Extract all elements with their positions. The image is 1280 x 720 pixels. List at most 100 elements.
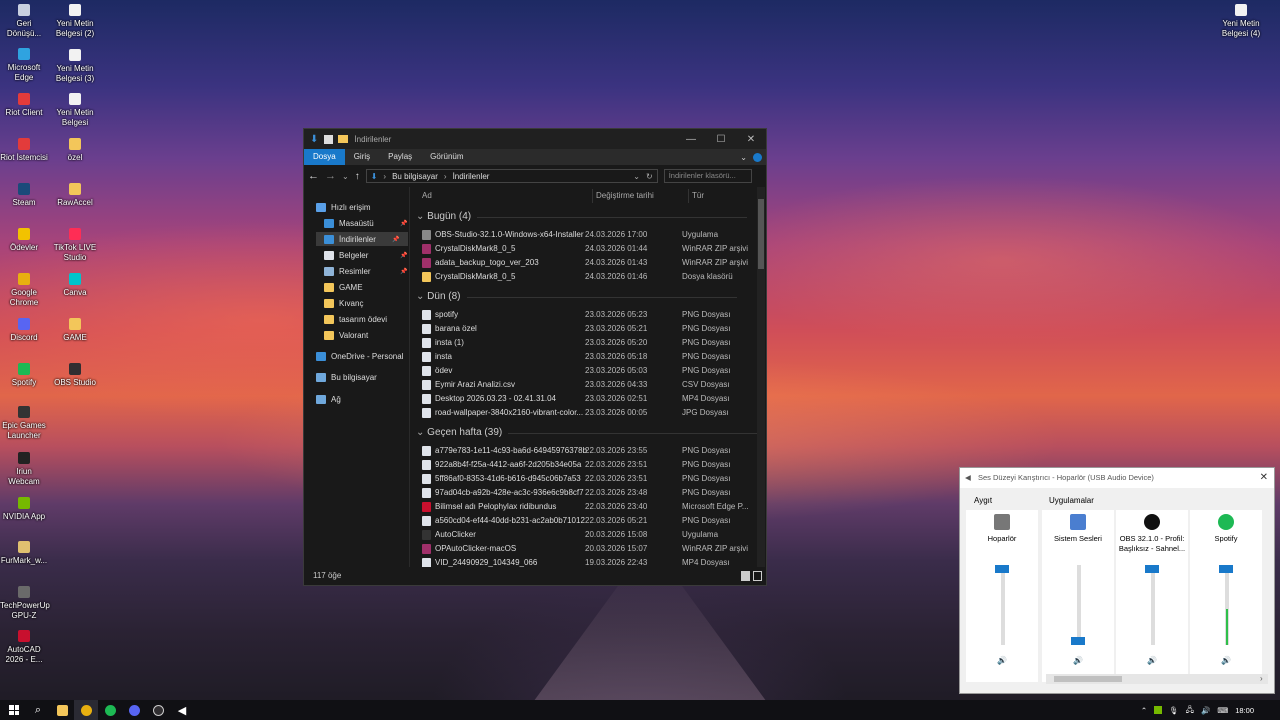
- file-row[interactable]: AutoClicker 20.03.2026 15:08 Uygulama: [422, 528, 752, 542]
- desktop-icon-23[interactable]: OBS Studio: [51, 363, 99, 388]
- group-header[interactable]: ⌄ Dün (8): [416, 291, 734, 302]
- microphone-icon[interactable]: 🎙: [1169, 706, 1179, 715]
- desktop-icon-15[interactable]: Yeni Metin Belgesi (2): [51, 4, 99, 39]
- file-row[interactable]: Desktop 2026.03.23 - 02.41.31.04 23.03.20…: [422, 392, 752, 406]
- desktop-icon-16[interactable]: Yeni Metin Belgesi (3): [51, 49, 99, 84]
- recent-icon[interactable]: ⌄: [342, 172, 349, 181]
- desktop-icon-8[interactable]: Spotify: [0, 363, 48, 388]
- tab-dosya[interactable]: Dosya: [304, 149, 345, 165]
- taskbar-obs[interactable]: [146, 700, 170, 720]
- show-hidden-icons[interactable]: ⌃: [1141, 706, 1147, 715]
- desktop-icon-7[interactable]: Discord: [0, 318, 48, 343]
- ribbon-expand-icon[interactable]: ⌄: [740, 153, 747, 162]
- explorer-title-bar[interactable]: ⬇ İndirilenler — ☐ ✕: [304, 129, 766, 149]
- desktop-icon-20[interactable]: TikTok LIVE Studio: [51, 228, 99, 263]
- desktop-icon-9[interactable]: Epic Games Launcher: [0, 406, 48, 441]
- desktop-icon-13[interactable]: TechPowerUp GPU-Z: [0, 586, 50, 621]
- up-icon[interactable]: ↑: [355, 171, 360, 182]
- nav-item-2[interactable]: İndirilenler 📌: [316, 232, 408, 246]
- tab-gorunum[interactable]: Görünüm: [421, 149, 472, 165]
- volume-slider-thumb[interactable]: [1145, 565, 1159, 573]
- nav-item-4[interactable]: Resimler 📌: [324, 264, 407, 278]
- desktop-icon-19[interactable]: RawAccel: [51, 183, 99, 208]
- nav-item-0[interactable]: Hızlı erişim: [316, 200, 371, 214]
- forward-icon[interactable]: →: [325, 170, 336, 182]
- desktop-icon-6[interactable]: Google Chrome: [0, 273, 48, 308]
- file-row[interactable]: Bilimsel adı Pelophylax ridibundus 22.03.…: [422, 500, 752, 514]
- file-row[interactable]: OPAutoClicker-macOS 20.03.2026 15:07 WinRA…: [422, 542, 752, 556]
- vertical-scrollbar[interactable]: [757, 187, 765, 569]
- nav-item-9[interactable]: OneDrive - Personal: [316, 349, 403, 363]
- file-row[interactable]: ödev 23.03.2026 05:03 PNG Dosyası: [422, 364, 752, 378]
- horizontal-scrollbar[interactable]: [1046, 674, 1268, 684]
- breadcrumb-this-pc[interactable]: Bu bilgisayar: [392, 172, 438, 181]
- volume-slider-thumb[interactable]: [1071, 637, 1085, 645]
- group-header[interactable]: ⌄ Bugün (4): [416, 211, 748, 222]
- desktop-icon-2[interactable]: Riot Client: [0, 93, 48, 118]
- close-button[interactable]: ✕: [736, 134, 766, 145]
- back-icon[interactable]: ←: [308, 170, 319, 182]
- nav-item-11[interactable]: Ağ: [316, 392, 341, 406]
- file-row[interactable]: 5ff86af0-8353-41d6-b616-d945c06b7a53 22.0…: [422, 472, 752, 486]
- group-header[interactable]: ⌄ Geçen hafta (39): [416, 427, 758, 438]
- desktop-icon-18[interactable]: özel: [51, 138, 99, 163]
- close-button[interactable]: ✕: [1260, 468, 1268, 488]
- network-icon[interactable]: 🖧: [1186, 704, 1194, 717]
- search-input[interactable]: İndirilenler klasörü...: [663, 169, 752, 183]
- address-bar[interactable]: ⬇ › Bu bilgisayar › İndirilenler ⌄ ↻: [365, 169, 658, 183]
- volume-mixer-window[interactable]: ◀ Ses Düzeyi Karıştırıcı - Hoparlör (USB…: [959, 467, 1275, 694]
- desktop-icon-24[interactable]: Yeni Metin Belgesi (4): [1217, 4, 1265, 39]
- nav-item-10[interactable]: Bu bilgisayar: [316, 370, 377, 384]
- file-row[interactable]: road-wallpaper-3840x2160-vibrant-color..…: [422, 406, 752, 420]
- volume-slider[interactable]: [1071, 565, 1085, 645]
- chevron-down-icon[interactable]: ⌄: [633, 172, 640, 181]
- tab-paylas[interactable]: Paylaş: [379, 149, 421, 165]
- file-row[interactable]: insta 23.03.2026 05:18 PNG Dosyası: [422, 350, 752, 364]
- mute-button[interactable]: 🔊: [1042, 656, 1114, 665]
- file-row[interactable]: CrystalDiskMark8_0_5 24.03.2026 01:44 WinR…: [422, 242, 752, 256]
- file-row[interactable]: spotify 23.03.2026 05:23 PNG Dosyası: [422, 308, 752, 322]
- file-row[interactable]: Eymir Arazi Analizi.csv 23.03.2026 04:33 C…: [422, 378, 752, 392]
- maximize-button[interactable]: ☐: [706, 134, 736, 145]
- help-icon[interactable]: [753, 152, 762, 162]
- nvidia-tray-icon[interactable]: [1154, 706, 1163, 714]
- file-row[interactable]: 922a8b4f-f25a-4412-aa6f-2d205b34e05a 22.0…: [422, 458, 752, 472]
- file-row[interactable]: CrystalDiskMark8_0_5 24.03.2026 01:46 Dosy…: [422, 270, 752, 284]
- column-type[interactable]: Tür: [692, 187, 704, 205]
- desktop-icon-4[interactable]: Steam: [0, 183, 48, 208]
- taskbar-volume-mixer[interactable]: ◀: [170, 700, 194, 720]
- desktop-icon-3[interactable]: Riot İstemcisi: [0, 138, 48, 163]
- nav-item-5[interactable]: GAME: [324, 280, 363, 294]
- tab-giris[interactable]: Giriş: [345, 149, 379, 165]
- mute-button[interactable]: 🔊: [966, 656, 1038, 665]
- file-row[interactable]: OBS-Studio-32.1.0-Windows-x64-Installer 2…: [422, 228, 752, 242]
- start-button[interactable]: [2, 700, 26, 720]
- volume-slider[interactable]: [1219, 565, 1233, 645]
- taskbar-explorer[interactable]: [50, 700, 74, 720]
- channel-label[interactable]: Hoparlör: [966, 534, 1038, 554]
- taskbar-chrome[interactable]: [74, 700, 98, 720]
- refresh-icon[interactable]: ↻: [646, 172, 653, 181]
- file-row[interactable]: a779e783-1e11-4c93-ba6d-64945976378b 22.0…: [422, 444, 752, 458]
- details-view-icon[interactable]: [741, 571, 750, 581]
- desktop-icon-5[interactable]: Ödevler: [0, 228, 48, 253]
- desktop-icon-10[interactable]: Iriun Webcam: [0, 452, 48, 487]
- desktop-icon-0[interactable]: Geri Dönüşü...: [0, 4, 48, 39]
- file-row[interactable]: insta (1) 23.03.2026 05:20 PNG Dosyası: [422, 336, 752, 350]
- nav-item-6[interactable]: Kıvanç: [324, 296, 363, 310]
- mixer-title-bar[interactable]: ◀ Ses Düzeyi Karıştırıcı - Hoparlör (USB…: [960, 468, 1274, 488]
- properties-icon[interactable]: [324, 134, 334, 144]
- file-row[interactable]: a560cd04-ef44-40dd-b231-ac2ab0b71012 22.0…: [422, 514, 752, 528]
- volume-slider-thumb[interactable]: [1219, 565, 1233, 573]
- desktop-icon-1[interactable]: Microsoft Edge: [0, 48, 48, 83]
- volume-slider[interactable]: [995, 565, 1009, 645]
- desktop-icon-12[interactable]: FurMark_w...: [0, 541, 48, 566]
- taskbar-discord[interactable]: [122, 700, 146, 720]
- nav-item-7[interactable]: tasarım ödevi: [324, 312, 387, 326]
- desktop-icon-17[interactable]: Yeni Metin Belgesi: [51, 93, 99, 128]
- nav-item-1[interactable]: Masaüstü 📌: [324, 216, 407, 230]
- clock[interactable]: 18:00: [1235, 706, 1254, 715]
- scroll-right-icon[interactable]: ›: [1260, 674, 1263, 683]
- volume-slider-thumb[interactable]: [995, 565, 1009, 573]
- taskbar-spotify[interactable]: [98, 700, 122, 720]
